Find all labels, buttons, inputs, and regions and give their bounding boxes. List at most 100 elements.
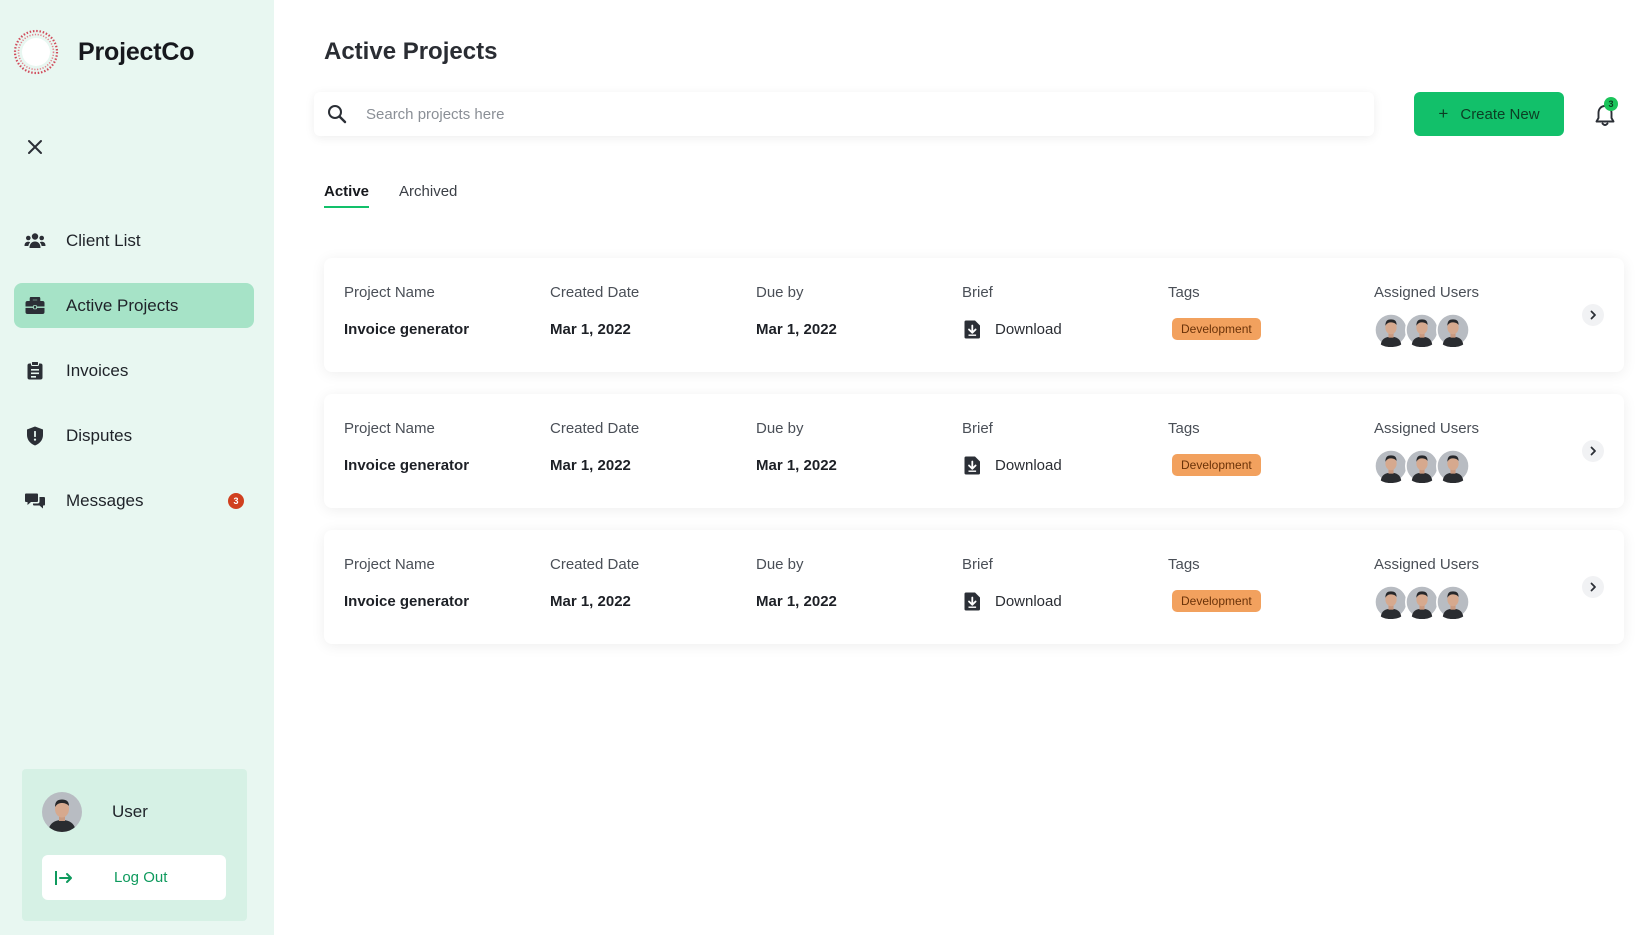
sidebar-nav: Client List Active Projects Invoices Dis… bbox=[14, 218, 254, 543]
sidebar-item-label: Disputes bbox=[66, 425, 133, 445]
download-label: Download bbox=[995, 592, 1062, 610]
download-brief-link[interactable]: Download bbox=[962, 317, 1062, 341]
assigned-users-header: Assigned Users bbox=[1374, 420, 1480, 437]
download-brief-link[interactable]: Download bbox=[962, 453, 1062, 477]
tags-column: Tags Development bbox=[1168, 556, 1261, 613]
tags-header: Tags bbox=[1168, 556, 1200, 573]
tags-header: Tags bbox=[1168, 284, 1200, 301]
download-brief-link[interactable]: Download bbox=[962, 589, 1062, 613]
chevron-right-icon bbox=[1590, 582, 1596, 592]
due-date: Mar 1, 2022 bbox=[756, 320, 837, 338]
due-date-header: Due by bbox=[756, 556, 804, 573]
avatar bbox=[1436, 585, 1470, 619]
open-project-button[interactable] bbox=[1582, 304, 1604, 326]
avatar bbox=[1374, 313, 1408, 347]
created-date: Mar 1, 2022 bbox=[550, 320, 631, 338]
messages-badge: 3 bbox=[228, 493, 244, 509]
project-card[interactable]: Project Name Invoice generator Created D… bbox=[324, 258, 1624, 372]
sidebar-item-client-list[interactable]: Client List bbox=[14, 218, 254, 263]
avatar-group bbox=[1374, 449, 1479, 483]
due-date-header: Due by bbox=[756, 284, 804, 301]
open-project-button[interactable] bbox=[1582, 440, 1604, 462]
project-name-header: Project Name bbox=[344, 420, 435, 437]
brief-column: Brief Download bbox=[962, 284, 1062, 341]
avatar bbox=[1436, 313, 1470, 347]
search-box bbox=[314, 92, 1374, 136]
download-file-icon bbox=[964, 320, 980, 338]
project-card[interactable]: Project Name Invoice generator Created D… bbox=[324, 530, 1624, 644]
sidebar-item-label: Invoices bbox=[66, 360, 129, 380]
brand-logo-icon bbox=[13, 29, 59, 75]
avatar bbox=[1436, 449, 1470, 483]
project-card[interactable]: Project Name Invoice generator Created D… bbox=[324, 394, 1624, 508]
close-icon bbox=[28, 140, 42, 154]
download-label: Download bbox=[995, 456, 1062, 474]
due-date-column: Due by Mar 1, 2022 bbox=[756, 556, 837, 613]
user-card: User Log Out bbox=[22, 769, 247, 921]
project-name: Invoice generator bbox=[344, 456, 470, 474]
tab-archived[interactable]: Archived bbox=[399, 183, 457, 208]
plus-icon: + bbox=[1438, 104, 1449, 123]
due-date-column: Due by Mar 1, 2022 bbox=[756, 420, 837, 477]
project-name-column: Project Name Invoice generator bbox=[344, 284, 469, 341]
avatar bbox=[1374, 585, 1408, 619]
assigned-users-header: Assigned Users bbox=[1374, 556, 1480, 573]
logout-label: Log Out bbox=[114, 869, 168, 886]
avatar bbox=[1405, 585, 1439, 619]
created-date-column: Created Date Mar 1, 2022 bbox=[550, 284, 639, 341]
avatar bbox=[1374, 449, 1408, 483]
download-file-icon bbox=[964, 456, 980, 474]
created-date-header: Created Date bbox=[550, 420, 640, 437]
tags-column: Tags Development bbox=[1168, 284, 1261, 341]
chevron-right-icon bbox=[1590, 310, 1596, 320]
tag-badge: Development bbox=[1172, 454, 1261, 476]
avatar-group bbox=[1374, 313, 1479, 347]
create-new-button[interactable]: + Create New bbox=[1414, 92, 1564, 136]
assigned-users-column: Assigned Users bbox=[1374, 556, 1479, 619]
due-date: Mar 1, 2022 bbox=[756, 456, 837, 474]
due-date-column: Due by Mar 1, 2022 bbox=[756, 284, 837, 341]
project-list: Project Name Invoice generator Created D… bbox=[324, 258, 1624, 666]
sidebar-item-disputes[interactable]: Disputes bbox=[14, 413, 254, 458]
sidebar-item-invoices[interactable]: Invoices bbox=[14, 348, 254, 393]
project-name-header: Project Name bbox=[344, 556, 435, 573]
logout-button[interactable]: Log Out bbox=[42, 855, 226, 900]
sidebar-item-messages[interactable]: Messages 3 bbox=[14, 478, 254, 523]
assigned-users-column: Assigned Users bbox=[1374, 284, 1479, 347]
search-icon bbox=[326, 103, 348, 125]
project-tabs: Active Archived bbox=[324, 183, 487, 208]
create-new-label: Create New bbox=[1460, 105, 1540, 123]
created-date: Mar 1, 2022 bbox=[550, 456, 631, 474]
chevron-right-icon bbox=[1590, 446, 1596, 456]
notification-badge: 3 bbox=[1604, 97, 1618, 111]
tag-badge: Development bbox=[1172, 318, 1261, 340]
tab-active[interactable]: Active bbox=[324, 183, 370, 208]
user-name: User bbox=[112, 802, 148, 821]
created-date-header: Created Date bbox=[550, 284, 640, 301]
sidebar-item-active-projects[interactable]: Active Projects bbox=[14, 283, 254, 328]
close-sidebar-button[interactable] bbox=[22, 134, 48, 160]
created-date: Mar 1, 2022 bbox=[550, 592, 631, 610]
assigned-users-column: Assigned Users bbox=[1374, 420, 1479, 483]
brief-header: Brief bbox=[962, 556, 993, 573]
tags-column: Tags Development bbox=[1168, 420, 1261, 477]
shield-icon bbox=[24, 425, 46, 447]
briefcase-icon bbox=[24, 295, 46, 317]
page-title: Active Projects bbox=[324, 38, 498, 65]
brand: ProjectCo bbox=[12, 28, 194, 76]
brand-name: ProjectCo bbox=[78, 37, 195, 66]
sidebar-item-label: Active Projects bbox=[66, 295, 179, 315]
brief-column: Brief Download bbox=[962, 556, 1062, 613]
due-date: Mar 1, 2022 bbox=[756, 592, 837, 610]
due-date-header: Due by bbox=[756, 420, 804, 437]
assigned-users-header: Assigned Users bbox=[1374, 284, 1480, 301]
user-profile[interactable]: User bbox=[42, 792, 148, 832]
chat-icon bbox=[24, 490, 46, 512]
sidebar-item-label: Client List bbox=[66, 230, 141, 250]
search-input[interactable] bbox=[366, 105, 1326, 123]
open-project-button[interactable] bbox=[1582, 576, 1604, 598]
sidebar-item-label: Messages bbox=[66, 490, 144, 510]
created-date-column: Created Date Mar 1, 2022 bbox=[550, 556, 639, 613]
project-name: Invoice generator bbox=[344, 592, 470, 610]
project-name-column: Project Name Invoice generator bbox=[344, 556, 469, 613]
